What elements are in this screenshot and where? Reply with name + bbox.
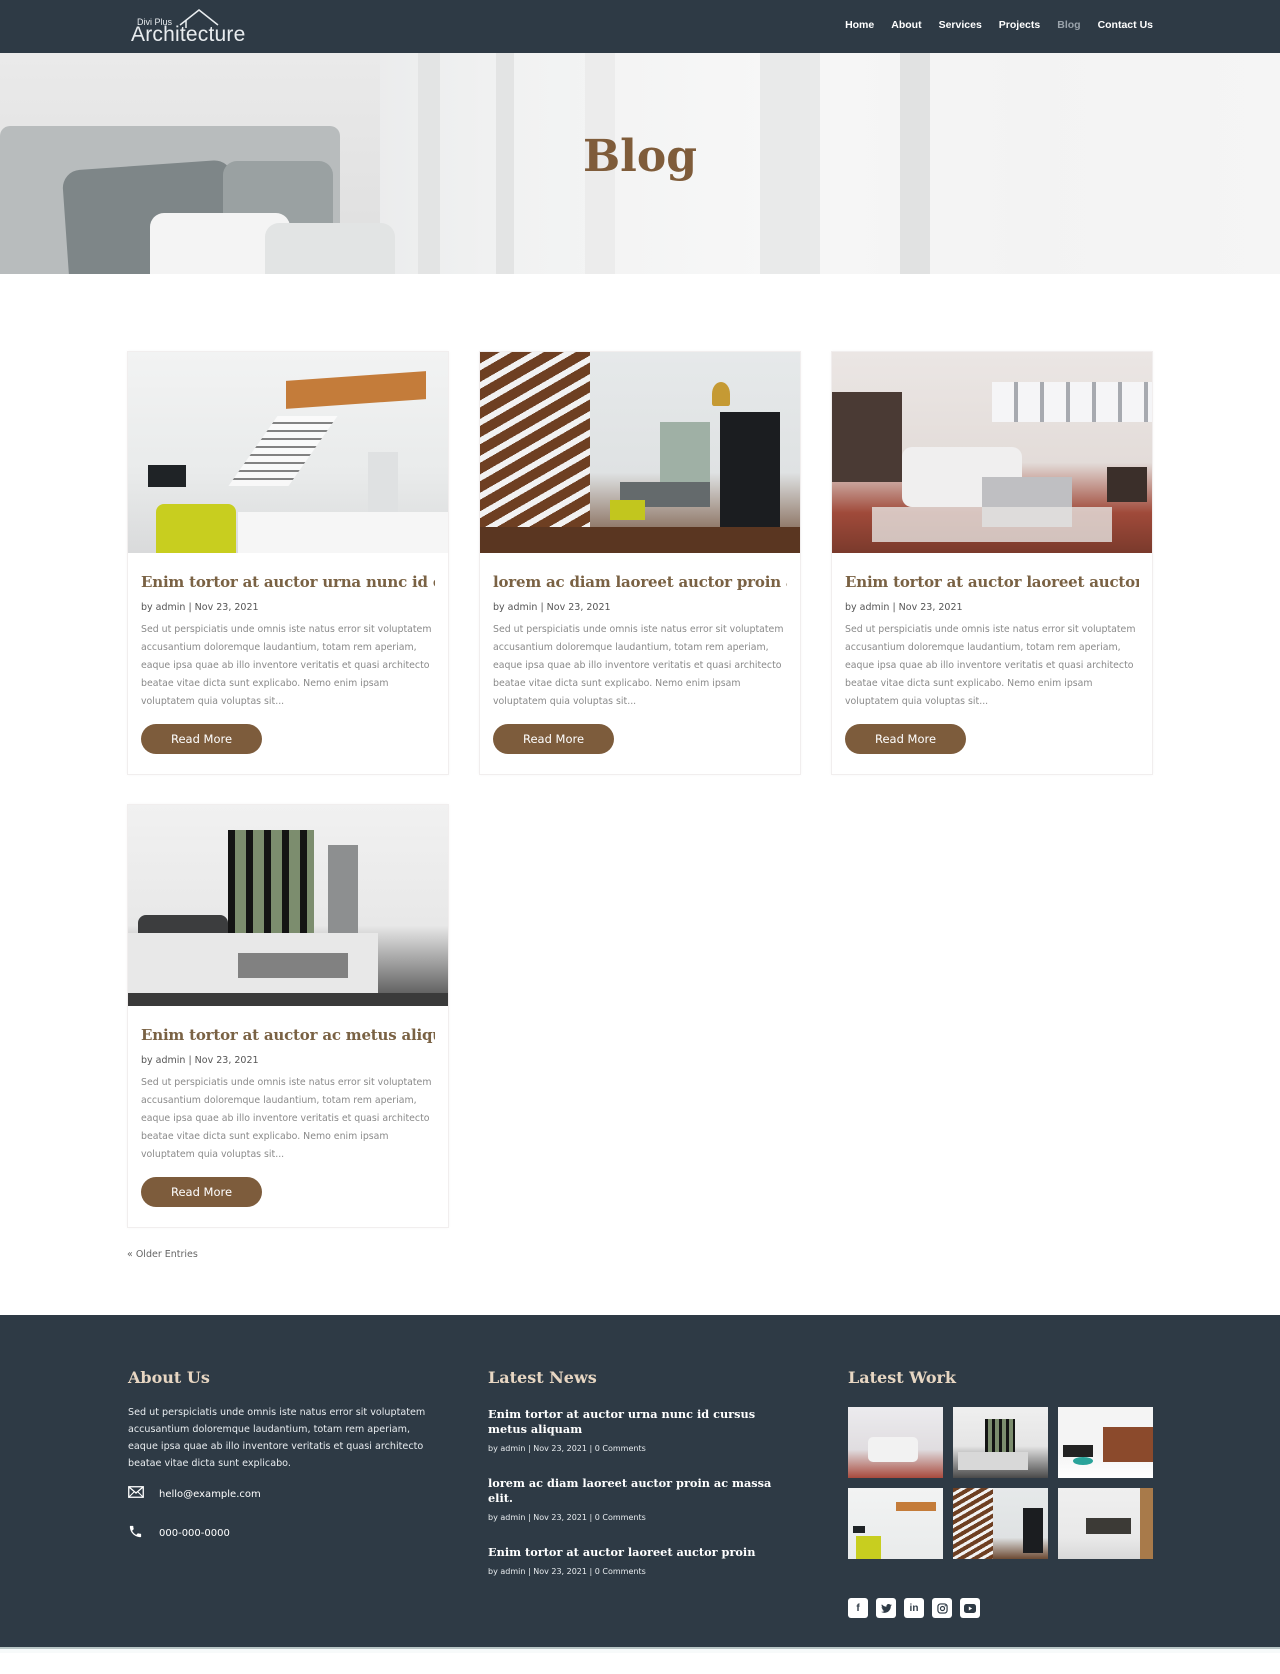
nav-about[interactable]: About (891, 19, 921, 31)
site-header: Divi Plus Architecture Home About Servic… (0, 0, 1280, 53)
work-thumb[interactable] (953, 1407, 1048, 1478)
nav-services[interactable]: Services (939, 19, 982, 31)
work-gallery (848, 1407, 1153, 1559)
post-card: Enim tortor at auctor urna nunc id cursu… (127, 351, 449, 775)
nav-projects[interactable]: Projects (999, 19, 1040, 31)
envelope-icon (128, 1486, 159, 1502)
site-logo[interactable]: Divi Plus Architecture (130, 8, 255, 48)
nav-blog[interactable]: Blog (1057, 19, 1080, 31)
footer-work: Latest Work (848, 1368, 1153, 1559)
post-title[interactable]: Enim tortor at auctor ac metus aliquam (141, 1026, 435, 1048)
post-excerpt: Sed ut perspiciatis unde omnis iste natu… (141, 1077, 432, 1160)
work-thumb[interactable] (848, 1488, 943, 1559)
post-meta: by admin | Nov 23, 2021 (141, 602, 259, 613)
post-title[interactable]: Enim tortor at auctor urna nunc id cursu… (141, 573, 435, 595)
post-title[interactable]: Enim tortor at auctor laoreet auctor pro… (845, 573, 1139, 595)
footer-news-heading: Latest News (488, 1368, 597, 1387)
main-nav: Home About Services Projects Blog Contac… (845, 19, 1153, 31)
news-meta: by admin | Nov 23, 2021 | 0 Comments (488, 1513, 646, 1522)
nav-contact[interactable]: Contact Us (1098, 19, 1153, 31)
page-title: Blog (582, 131, 698, 182)
news-meta: by admin | Nov 23, 2021 | 0 Comments (488, 1444, 646, 1453)
news-item: Enim tortor at auctor urna nunc id cursu… (488, 1407, 778, 1453)
nav-home[interactable]: Home (845, 19, 874, 31)
footer-phone-number: 000-000-0000 (159, 1528, 230, 1539)
page-bottom (0, 1647, 1280, 1653)
footer-work-heading: Latest Work (848, 1368, 957, 1387)
site-footer: About Us Sed ut perspiciatis unde omnis … (0, 1315, 1280, 1647)
post-card: Enim tortor at auctor ac metus aliquam b… (127, 804, 449, 1228)
footer-about-text: Sed ut perspiciatis unde omnis iste natu… (128, 1407, 426, 1469)
post-image[interactable] (480, 352, 800, 553)
news-meta: by admin | Nov 23, 2021 | 0 Comments (488, 1567, 646, 1576)
post-title[interactable]: lorem ac diam laoreet auctor proin ac ma… (493, 573, 787, 595)
news-title[interactable]: Enim tortor at auctor urna nunc id cursu… (488, 1407, 778, 1437)
instagram-icon[interactable] (932, 1598, 952, 1618)
older-entries-link[interactable]: « Older Entries (127, 1249, 1153, 1260)
news-title[interactable]: lorem ac diam laoreet auctor proin ac ma… (488, 1476, 778, 1506)
read-more-button[interactable]: Read More (845, 724, 966, 754)
work-thumb[interactable] (1058, 1488, 1153, 1559)
social-links: f in (848, 1598, 980, 1618)
post-meta: by admin | Nov 23, 2021 (141, 1055, 259, 1066)
footer-email-link[interactable]: hello@example.com (159, 1489, 261, 1500)
post-excerpt: Sed ut perspiciatis unde omnis iste natu… (493, 624, 784, 707)
work-thumb[interactable] (953, 1488, 1048, 1559)
twitter-icon[interactable] (876, 1598, 896, 1618)
facebook-icon[interactable]: f (848, 1598, 868, 1618)
hero-pillow (265, 223, 395, 274)
footer-phone: 000-000-0000 (128, 1524, 428, 1543)
read-more-button[interactable]: Read More (493, 724, 614, 754)
linkedin-icon[interactable]: in (904, 1598, 924, 1618)
news-title[interactable]: Enim tortor at auctor laoreet auctor pro… (488, 1545, 778, 1560)
work-thumb[interactable] (848, 1407, 943, 1478)
read-more-button[interactable]: Read More (141, 724, 262, 754)
footer-about: About Us Sed ut perspiciatis unde omnis … (128, 1368, 428, 1543)
post-card: Enim tortor at auctor laoreet auctor pro… (831, 351, 1153, 775)
news-item: Enim tortor at auctor laoreet auctor pro… (488, 1545, 778, 1576)
news-item: lorem ac diam laoreet auctor proin ac ma… (488, 1476, 778, 1522)
post-image[interactable] (832, 352, 1152, 553)
hero-banner: Blog (0, 53, 1280, 274)
footer-email: hello@example.com (128, 1486, 428, 1502)
phone-icon (128, 1524, 159, 1543)
post-image[interactable] (128, 805, 448, 1006)
post-image[interactable] (128, 352, 448, 553)
post-excerpt: Sed ut perspiciatis unde omnis iste natu… (141, 624, 432, 707)
post-meta: by admin | Nov 23, 2021 (845, 602, 963, 613)
logo-wordmark: Architecture (131, 23, 246, 46)
post-meta: by admin | Nov 23, 2021 (493, 602, 611, 613)
read-more-button[interactable]: Read More (141, 1177, 262, 1207)
work-thumb[interactable] (1058, 1407, 1153, 1478)
footer-news: Latest News Enim tortor at auctor urna n… (488, 1368, 778, 1576)
footer-about-heading: About Us (128, 1368, 210, 1387)
post-excerpt: Sed ut perspiciatis unde omnis iste natu… (845, 624, 1136, 707)
blog-posts: Enim tortor at auctor urna nunc id cursu… (127, 274, 1153, 1260)
youtube-icon[interactable] (960, 1598, 980, 1618)
post-card: lorem ac diam laoreet auctor proin ac ma… (479, 351, 801, 775)
post-grid: Enim tortor at auctor urna nunc id cursu… (127, 351, 1153, 1228)
